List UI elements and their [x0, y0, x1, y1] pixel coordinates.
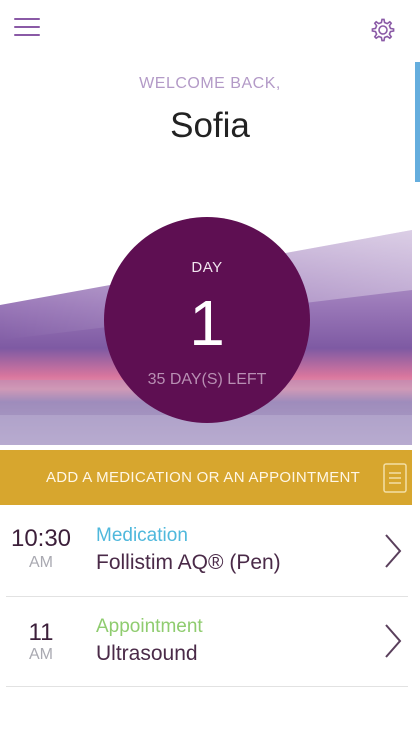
add-banner-label: ADD A MEDICATION OR AN APPOINTMENT	[46, 469, 361, 486]
schedule-period: AM	[29, 646, 53, 663]
gear-icon[interactable]	[369, 16, 397, 44]
schedule-title: Follistim AQ® (Pen)	[96, 551, 281, 574]
cycle-day-circle: DAY 1 35 DAY(S) LEFT	[104, 217, 310, 423]
top-bar	[0, 0, 420, 62]
add-medication-appointment-button[interactable]: ADD A MEDICATION OR AN APPOINTMENT	[0, 450, 412, 505]
days-left-text: 35 DAY(S) LEFT	[147, 371, 267, 388]
welcome-greeting: WELCOME BACK,	[139, 75, 281, 92]
schedule-type: Medication	[96, 525, 188, 546]
divider	[6, 686, 408, 687]
document-icon	[383, 463, 407, 493]
schedule-item-appointment[interactable]: 11 AM Appointment Ultrasound	[0, 597, 412, 687]
hamburger-menu-icon[interactable]	[14, 18, 40, 40]
schedule-title: Ultrasound	[96, 642, 198, 665]
chevron-right-icon	[383, 623, 403, 659]
schedule-type: Appointment	[96, 616, 203, 637]
schedule-time: 11	[28, 619, 54, 646]
user-name: Sofia	[170, 106, 250, 145]
chevron-right-icon	[383, 533, 403, 569]
schedule-period: AM	[29, 554, 53, 571]
schedule-time: 10:30	[10, 525, 72, 552]
schedule-item-medication[interactable]: 10:30 AM Medication Follistim AQ® (Pen)	[0, 505, 412, 595]
day-label: DAY	[191, 259, 223, 276]
day-number: 1	[189, 287, 225, 359]
